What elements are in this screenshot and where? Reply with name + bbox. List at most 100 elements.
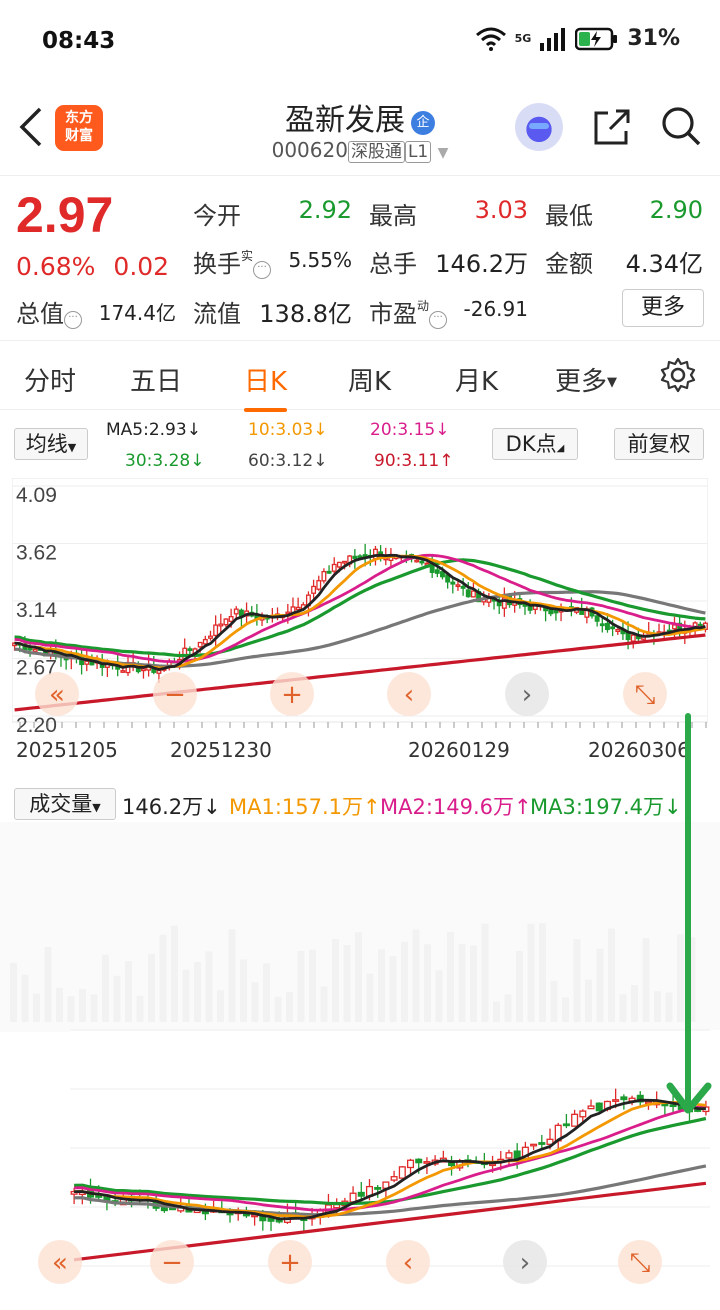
network-label: 5G: [514, 32, 532, 45]
candlestick-chart[interactable]: 4.093.623.142.672.20« − + ‹ › ⤡: [12, 478, 708, 738]
status-bar: 08:43 5G 31%: [0, 0, 720, 80]
ma30-value: 30:3.28↓: [125, 451, 205, 471]
zoom-in-icon-button[interactable]: +: [268, 1240, 312, 1284]
candle: [594, 615, 600, 622]
candle: [513, 1150, 521, 1159]
expand-icon: ⤡: [635, 680, 656, 710]
volume-bar: [412, 929, 420, 1022]
annotation-arrow-icon: [666, 713, 712, 1114]
chevron-down-icon: ▼: [437, 145, 449, 161]
adjust-button[interactable]: 前复权: [614, 428, 704, 460]
candle: [415, 1158, 423, 1164]
volume-bar: [550, 980, 558, 1022]
tab-daily-k[interactable]: 日K: [244, 361, 288, 412]
candle: [505, 1152, 513, 1159]
candle: [357, 1191, 365, 1197]
volume-ma3: MA3:197.4万↓: [530, 795, 682, 819]
ma-selector[interactable]: 均线▼: [14, 428, 88, 460]
prev-icon-button[interactable]: ‹: [387, 672, 431, 716]
ma90-value: 90:3.11↑: [374, 451, 454, 471]
volume-bar: [608, 928, 615, 1022]
info-dots-icon[interactable]: ···: [64, 311, 82, 329]
volume-bar: [389, 955, 397, 1022]
volume-bar: [619, 994, 627, 1022]
zoom-out-icon-button[interactable]: −: [150, 1240, 194, 1284]
wifi-icon: [475, 27, 506, 51]
volume-bar: [447, 932, 454, 1022]
candle: [201, 1211, 209, 1215]
candle: [440, 571, 445, 578]
candle: [321, 570, 327, 582]
ma20-value: 20:3.15↓: [370, 420, 450, 440]
scroll-left-icon-button[interactable]: «: [38, 1240, 82, 1284]
candle: [141, 668, 146, 672]
candle: [352, 555, 358, 559]
volume-ma1: MA1:157.1万↑: [229, 795, 381, 819]
expand-icon-button[interactable]: ⤡: [623, 672, 667, 716]
change-percent: 0.68%: [16, 252, 96, 281]
tab-five-day[interactable]: 五日: [130, 361, 182, 398]
zoom-in-icon: +: [279, 1248, 301, 1278]
assistant-robot-icon[interactable]: [515, 103, 563, 151]
caret-down-icon: ▼: [607, 375, 618, 390]
candle: [95, 1195, 103, 1198]
volume-bar: [631, 985, 638, 1022]
more-quote-button[interactable]: 更多: [622, 289, 704, 327]
candle: [208, 635, 213, 639]
turnover-label: 换手实···: [193, 244, 272, 279]
candle: [223, 618, 229, 626]
next-icon-button[interactable]: ›: [503, 1240, 547, 1284]
battery-icon: [575, 27, 618, 50]
candle: [595, 1102, 603, 1112]
ma60-value: 60:3.12↓: [248, 451, 328, 471]
candle: [465, 589, 471, 598]
candle: [398, 1166, 406, 1179]
status-time: 08:43: [42, 28, 116, 54]
next-icon-button[interactable]: ›: [505, 672, 549, 716]
last-price: 2.97: [16, 187, 114, 243]
candle: [373, 548, 378, 560]
candle: [342, 560, 347, 564]
x-tick-1: 20251205: [16, 738, 118, 762]
zoom-in-icon: +: [281, 680, 303, 710]
volume-bar: [90, 994, 98, 1022]
volume-legend: 成交量▼ 146.2万↓ MA1:157.1万↑ MA2:149.6万↑ MA3…: [0, 786, 720, 822]
prev-icon: ‹: [404, 680, 414, 710]
scroll-left-icon-button[interactable]: «: [35, 672, 79, 716]
volume-bar: [67, 996, 75, 1022]
volume-bar: [274, 996, 282, 1022]
candle: [630, 634, 636, 642]
tab-more[interactable]: 更多▼: [555, 361, 617, 398]
candle: [357, 555, 363, 559]
volume-bar: [10, 962, 17, 1022]
open-value: 2.92: [298, 196, 352, 224]
gear-icon[interactable]: [660, 357, 696, 393]
search-icon[interactable]: [660, 105, 702, 147]
info-dots-icon[interactable]: ···: [253, 261, 272, 279]
info-dots-icon[interactable]: ···: [429, 311, 448, 329]
expand-icon-button[interactable]: ⤡: [618, 1240, 662, 1284]
mktcap-label: 总值 ···: [16, 294, 82, 329]
candle: [156, 669, 162, 674]
volume-selector[interactable]: 成交量▼: [14, 788, 116, 820]
tab-minute[interactable]: 分时: [24, 361, 76, 398]
volume-bar: [159, 934, 167, 1022]
share-icon[interactable]: [592, 107, 632, 147]
open-label: 今开: [193, 202, 241, 230]
prev-icon-button[interactable]: ‹: [386, 1240, 430, 1284]
zoom-in-icon-button[interactable]: +: [270, 672, 314, 716]
turnover-value: 5.55%: [288, 248, 352, 272]
dk-point-button[interactable]: DK点◢: [492, 428, 578, 460]
candle: [455, 584, 461, 588]
price-change: 0.68% 0.02: [16, 252, 187, 281]
tab-weekly-k[interactable]: 周K: [348, 361, 391, 398]
float-label: 流值: [193, 300, 241, 328]
overlay-candlestick-chart[interactable]: « − + ‹ › ⤡: [0, 822, 720, 1310]
zoom-out-icon-button[interactable]: −: [153, 672, 197, 716]
amount-label: 金额: [545, 250, 593, 278]
candle: [218, 623, 224, 627]
candle: [434, 569, 440, 574]
signal-icon: [540, 27, 566, 51]
tab-monthly-k[interactable]: 月K: [455, 361, 498, 398]
candle: [233, 608, 239, 615]
